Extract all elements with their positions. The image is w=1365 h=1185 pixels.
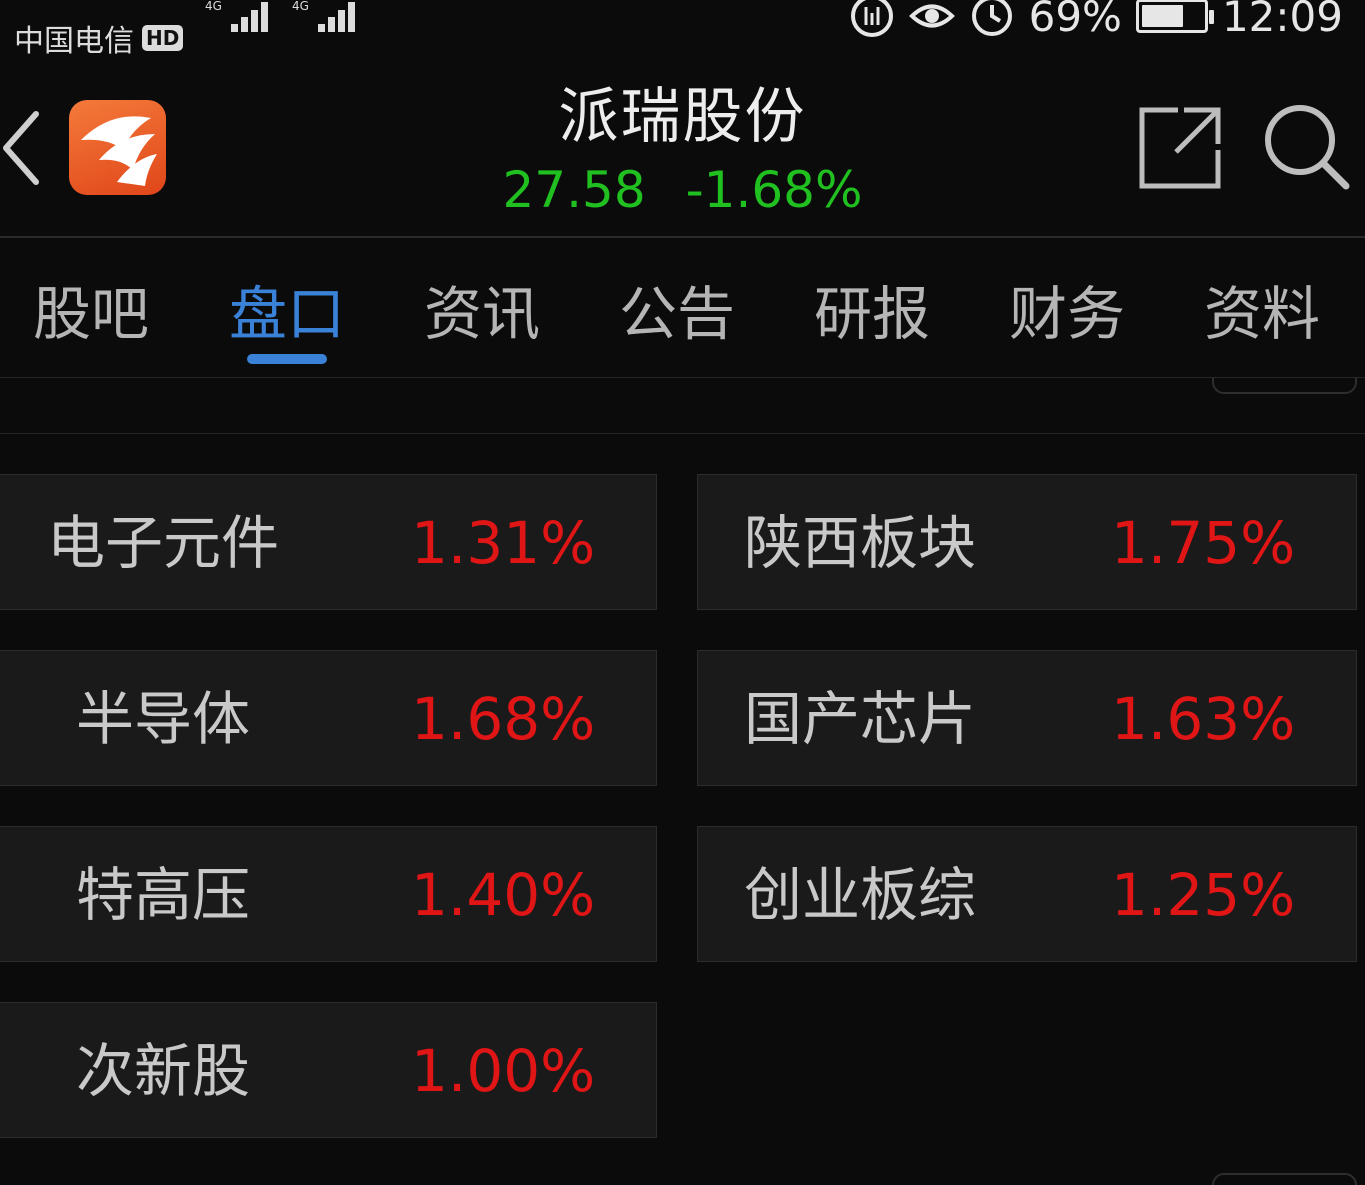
battery-icon: [1135, 0, 1214, 33]
sector-change: 1.31%: [411, 509, 596, 577]
clock: 12:09: [1221, 0, 1343, 41]
search-icon[interactable]: [1262, 102, 1352, 192]
stock-change-percent: -1.68%: [685, 161, 863, 219]
sector-name: 半导体: [75, 685, 250, 753]
section-header-clipped: [0, 378, 1365, 434]
sector-change: 1.25%: [1111, 861, 1296, 929]
sector-name: 陕西板块: [743, 509, 976, 577]
more-button[interactable]: [1212, 378, 1357, 394]
svg-text:4G: 4G: [292, 0, 309, 13]
battery-level: [1141, 5, 1184, 27]
sector-card[interactable]: 电子元件 1.31%: [0, 474, 657, 610]
sector-change: 1.63%: [1111, 685, 1296, 753]
next-section-button[interactable]: [1212, 1173, 1357, 1185]
hd-badge: HD: [142, 25, 184, 51]
sector-change: 1.68%: [411, 685, 596, 753]
screen: 中国电信 HD 4G 4G 69% 12:09 派瑞股份 27.58 -1.68…: [0, 0, 1365, 1185]
sector-card[interactable]: 陕西板块 1.75%: [697, 474, 1357, 610]
carrier-group: 中国电信 HD: [14, 16, 184, 60]
battery-percent: 69%: [1028, 0, 1122, 41]
sector-change: 1.40%: [411, 861, 596, 929]
alarm-icon: [971, 0, 1012, 36]
eye-icon: [908, 4, 955, 28]
sector-change: 1.00%: [411, 1037, 596, 1105]
tab-announcements[interactable]: 公告: [597, 278, 757, 350]
sector-card[interactable]: 次新股 1.00%: [0, 1002, 657, 1138]
sector-card[interactable]: 特高压 1.40%: [0, 826, 657, 962]
status-bar: 中国电信 HD 4G 4G 69% 12:09: [0, 0, 1365, 62]
tab-bar: 股吧 盘口 资讯 公告 研报 财务 资料: [0, 240, 1365, 378]
status-right: 69% 12:09: [849, 0, 1343, 44]
sector-name: 特高压: [75, 861, 250, 929]
data-saver-icon: [850, 0, 893, 37]
stock-header: 派瑞股份 27.58 -1.68%: [0, 62, 1365, 238]
carrier-name: 中国电信: [14, 24, 134, 59]
active-tab-indicator: [247, 354, 327, 364]
sector-card[interactable]: 半导体 1.68%: [0, 650, 657, 786]
share-external-icon[interactable]: [1138, 104, 1224, 190]
sector-change: 1.75%: [1111, 509, 1296, 577]
tab-news[interactable]: 资讯: [402, 278, 562, 350]
tab-finance[interactable]: 财务: [987, 278, 1147, 350]
signal-2-icon: 4G: [292, 0, 355, 32]
sector-card[interactable]: 国产芯片 1.63%: [697, 650, 1357, 786]
tab-research[interactable]: 研报: [792, 278, 952, 350]
sector-name: 电子元件: [46, 509, 279, 577]
svg-text:4G: 4G: [205, 0, 222, 13]
stock-price: 27.58: [502, 161, 646, 219]
tab-pankou[interactable]: 盘口: [207, 278, 367, 350]
signal-1-icon: 4G: [205, 0, 268, 32]
tab-guba[interactable]: 股吧: [11, 278, 171, 350]
tab-profile[interactable]: 资料: [1182, 278, 1342, 350]
sector-name: 创业板综: [743, 861, 976, 929]
sector-name: 次新股: [75, 1037, 250, 1105]
sector-card[interactable]: 创业板综 1.25%: [697, 826, 1357, 962]
sector-name: 国产芯片: [743, 685, 976, 753]
